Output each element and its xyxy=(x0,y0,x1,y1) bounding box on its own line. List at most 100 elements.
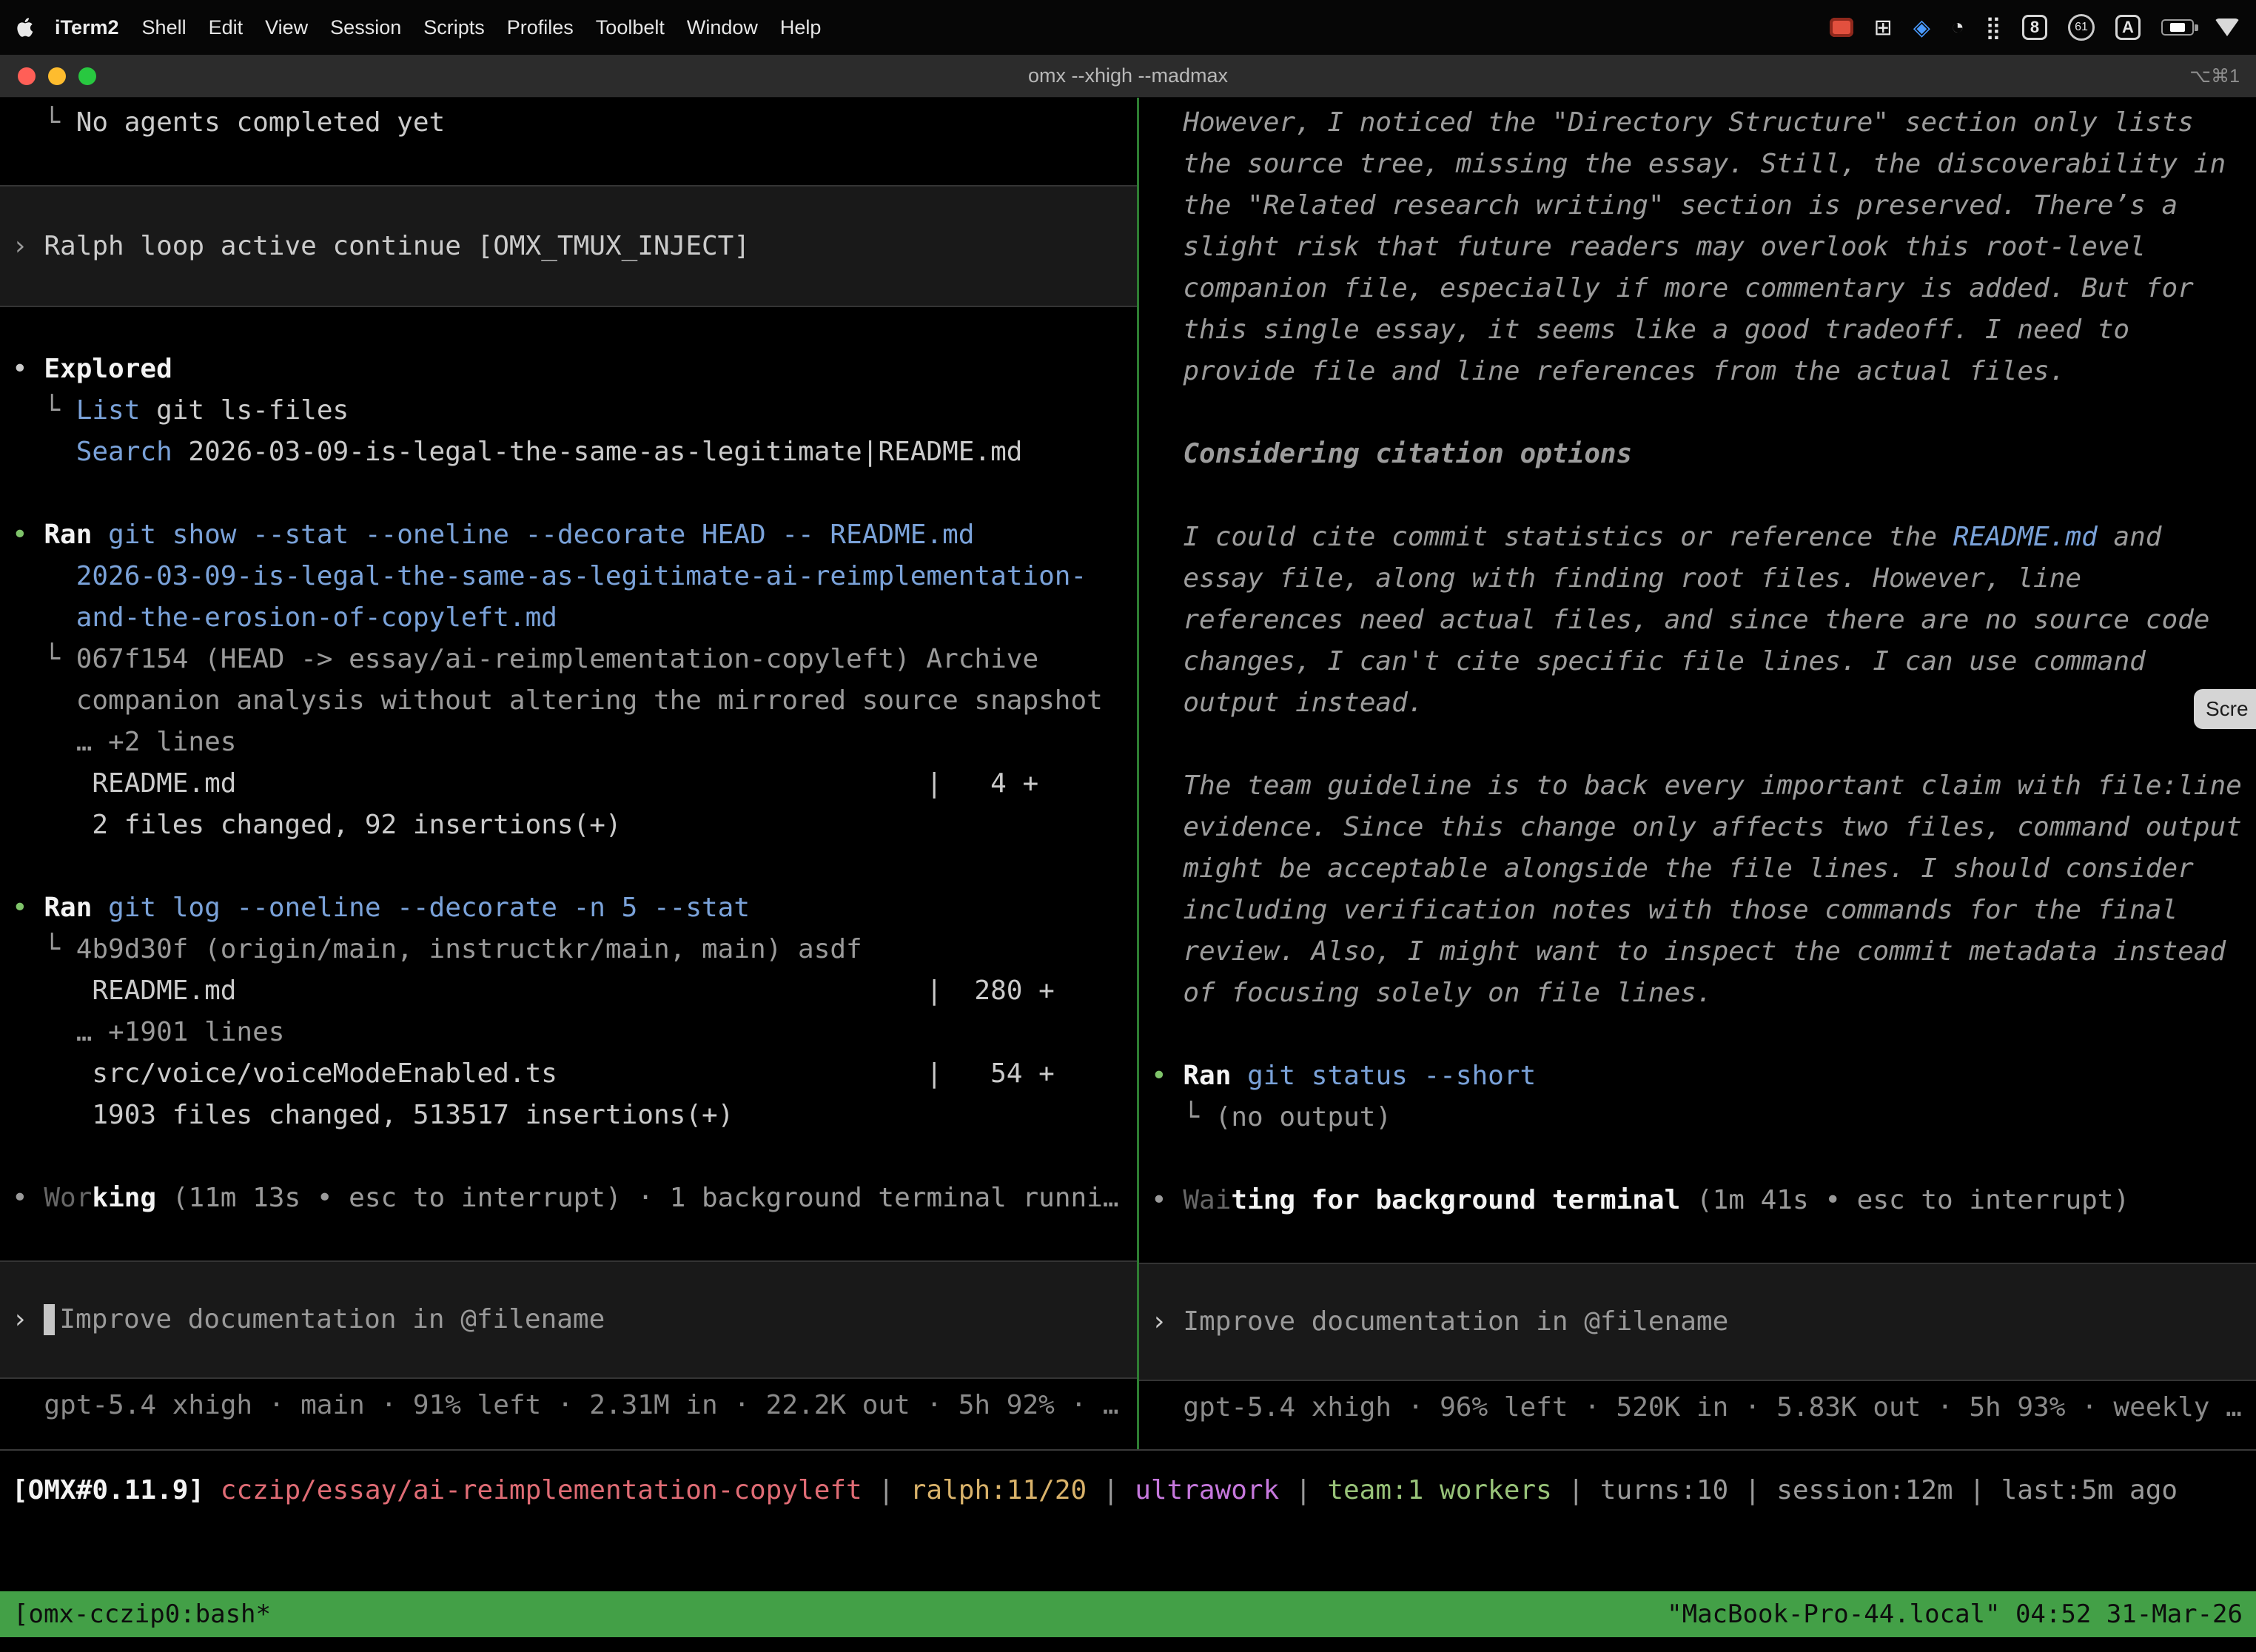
terminal-line: [OMX#0.11.9] cczip/essay/ai-reimplementa… xyxy=(0,1470,2256,1511)
pane-bottom-border xyxy=(0,1449,2256,1451)
terminal-line xyxy=(0,1136,1137,1178)
terminal-line: 1903 files changed, 513517 insertions(+) xyxy=(0,1095,1137,1136)
terminal-line: might be acceptable alongside the file l… xyxy=(1139,848,2256,890)
terminal-line xyxy=(0,846,1137,887)
terminal-line: 2026-03-09-is-legal-the-same-as-legitima… xyxy=(0,556,1137,597)
prompt-input-right[interactable]: › Improve documentation in @filename xyxy=(1139,1263,2256,1381)
screen-overlay-badge: Scre xyxy=(2194,689,2256,729)
terminal-line: └ No agents completed yet xyxy=(0,102,1137,144)
gauge-icon[interactable]: 61 xyxy=(2068,14,2095,41)
left-agent-pane: └ No agents completed yet › Ralph loop a… xyxy=(0,98,1137,1449)
right-agent-pane: However, I noticed the "Directory Struct… xyxy=(1139,98,2256,1449)
wifi-icon[interactable] xyxy=(2215,19,2240,36)
terminal-line xyxy=(1139,1138,2256,1180)
window-shortcut-hint: ⌥⌘1 xyxy=(2189,65,2240,87)
zoom-window-button[interactable] xyxy=(78,67,96,85)
terminal-line: companion file, especially if more comme… xyxy=(1139,268,2256,309)
window-tiles-icon[interactable]: ⊞ xyxy=(1874,15,1893,41)
terminal-line: essay file, along with finding root file… xyxy=(1139,558,2256,600)
menu-item-session[interactable]: Session xyxy=(319,16,412,39)
menu-item-shell[interactable]: Shell xyxy=(131,16,198,39)
tmux-host-clock: "MacBook-Pro-44.local" 04:52 31-Mar-26 xyxy=(1667,1599,2243,1629)
terminal-line: └ List git ls-files xyxy=(0,390,1137,432)
terminal-line: README.md | 280 + xyxy=(0,970,1137,1012)
terminal-line: • Waiting for background terminal (1m 41… xyxy=(1139,1180,2256,1221)
terminal-line: └ 067f154 (HEAD -> essay/ai-reimplementa… xyxy=(0,639,1137,680)
traffic-lights xyxy=(18,55,96,97)
terminal-line: src/voice/voiceModeEnabled.ts | 54 + xyxy=(0,1053,1137,1095)
terminal-line: Considering citation options xyxy=(1139,434,2256,475)
battery-icon[interactable] xyxy=(2161,19,2194,36)
terminal-line: the source tree, missing the essay. Stil… xyxy=(1139,144,2256,185)
apple-menu-icon[interactable] xyxy=(16,16,36,38)
terminal-line: companion analysis without altering the … xyxy=(0,680,1137,722)
model-status-left: gpt-5.4 xhigh · main · 91% left · 2.31M … xyxy=(0,1385,1137,1426)
terminal-line: and-the-erosion-of-copyleft.md xyxy=(0,597,1137,639)
minimize-window-button[interactable] xyxy=(48,67,66,85)
dots-grid-icon[interactable]: ⣿ xyxy=(1985,15,2001,41)
terminal-line: the "Related research writing" section i… xyxy=(1139,185,2256,226)
menu-item-scripts[interactable]: Scripts xyxy=(412,16,496,39)
close-window-button[interactable] xyxy=(18,67,36,85)
terminal-line: references need actual files, and since … xyxy=(1139,600,2256,641)
prompt-chevron: › xyxy=(12,1299,44,1340)
terminal: └ No agents completed yet › Ralph loop a… xyxy=(0,98,2256,1449)
prompt-input-left[interactable]: › Improve documentation in @filename xyxy=(0,1260,1137,1379)
window-title-bar: omx --xhigh --madmax ⌥⌘1 xyxy=(0,55,2256,98)
prompt-chevron: › xyxy=(1151,1301,1183,1343)
omx-status-bar: [OMX#0.11.9] cczip/essay/ai-reimplementa… xyxy=(0,1470,2256,1511)
terminal-line: evidence. Since this change only affects… xyxy=(1139,807,2256,848)
app-icon-8[interactable]: 8 xyxy=(2022,15,2047,40)
input-ghost-text: Improve documentation in @filename xyxy=(59,1299,605,1340)
menu-item-window[interactable]: Window xyxy=(676,16,769,39)
macos-menu-bar: iTerm2 ShellEditViewSessionScriptsProfil… xyxy=(0,0,2256,55)
terminal-line: review. Also, I might want to inspect th… xyxy=(1139,931,2256,973)
menu-item-edit[interactable]: Edit xyxy=(198,16,255,39)
terminal-line: └ (no output) xyxy=(1139,1097,2256,1138)
terminal-line: › Ralph loop active continue [OMX_TMUX_I… xyxy=(0,226,750,267)
terminal-line xyxy=(1139,1014,2256,1055)
text-cursor xyxy=(44,1304,55,1335)
menu-item-toolbelt[interactable]: Toolbelt xyxy=(585,16,676,39)
terminal-line: The team guideline is to back every impo… xyxy=(1139,765,2256,807)
terminal-line: including verification notes with those … xyxy=(1139,890,2256,931)
clock-app-icon[interactable]: ◔ xyxy=(1951,15,1964,40)
terminal-line: • Ran git show --stat --oneline --decora… xyxy=(0,514,1137,556)
battery-fill xyxy=(2170,23,2185,32)
terminal-line xyxy=(0,473,1137,514)
terminal-line: slight risk that future readers may over… xyxy=(1139,226,2256,268)
terminal-line xyxy=(1139,392,2256,434)
terminal-line: └ 4b9d30f (origin/main, instructkr/main,… xyxy=(0,929,1137,970)
input-ghost-text: Improve documentation in @filename xyxy=(1183,1301,1728,1343)
terminal-line: • Working (11m 13s • esc to interrupt) ·… xyxy=(0,1178,1137,1219)
menu-items: ShellEditViewSessionScriptsProfilesToolb… xyxy=(131,16,833,39)
menu-bar-status-icons: ⊞ ◈ ◔ ⣿ 8 61 A xyxy=(1830,14,2240,41)
terminal-line: 2 files changed, 92 insertions(+) xyxy=(0,805,1137,846)
terminal-line: this single essay, it seems like a good … xyxy=(1139,309,2256,351)
terminal-line: • Ran git log --oneline --decorate -n 5 … xyxy=(0,887,1137,929)
tmux-status-bar: [omx-cczip0:bash* "MacBook-Pro-44.local"… xyxy=(0,1591,2256,1637)
terminal-line: of focusing solely on file lines. xyxy=(1139,973,2256,1014)
input-source-icon[interactable]: A xyxy=(2115,15,2141,40)
terminal-line: … +1901 lines xyxy=(0,1012,1137,1053)
tmux-session-window[interactable]: [omx-cczip0:bash* xyxy=(13,1599,271,1629)
right-pane-transcript: However, I noticed the "Directory Struct… xyxy=(1139,102,2256,1221)
terminal-line: • Explored xyxy=(0,349,1137,390)
blue-app-icon[interactable]: ◈ xyxy=(1913,15,1930,41)
terminal-line xyxy=(1139,475,2256,517)
recording-indicator-icon[interactable] xyxy=(1830,18,1853,37)
terminal-line: I could cite commit statistics or refere… xyxy=(1139,517,2256,558)
terminal-line: … +2 lines xyxy=(0,722,1137,763)
terminal-line xyxy=(1139,724,2256,765)
terminal-line: output instead. xyxy=(1139,682,2256,724)
left-pane-header-lines: └ No agents completed yet xyxy=(0,102,1137,144)
menu-item-profiles[interactable]: Profiles xyxy=(496,16,585,39)
menu-item-view[interactable]: View xyxy=(254,16,319,39)
terminal-line: changes, I can't cite specific file line… xyxy=(1139,641,2256,682)
model-status-right: gpt-5.4 xhigh · 96% left · 520K in · 5.8… xyxy=(1139,1387,2256,1428)
left-pane-transcript: • Explored └ List git ls-files Search 20… xyxy=(0,349,1137,1219)
menu-item-help[interactable]: Help xyxy=(769,16,833,39)
app-menu-iterm2[interactable]: iTerm2 xyxy=(43,16,131,39)
inject-banner: › Ralph loop active continue [OMX_TMUX_I… xyxy=(0,185,1137,307)
terminal-line: provide file and line references from th… xyxy=(1139,351,2256,392)
